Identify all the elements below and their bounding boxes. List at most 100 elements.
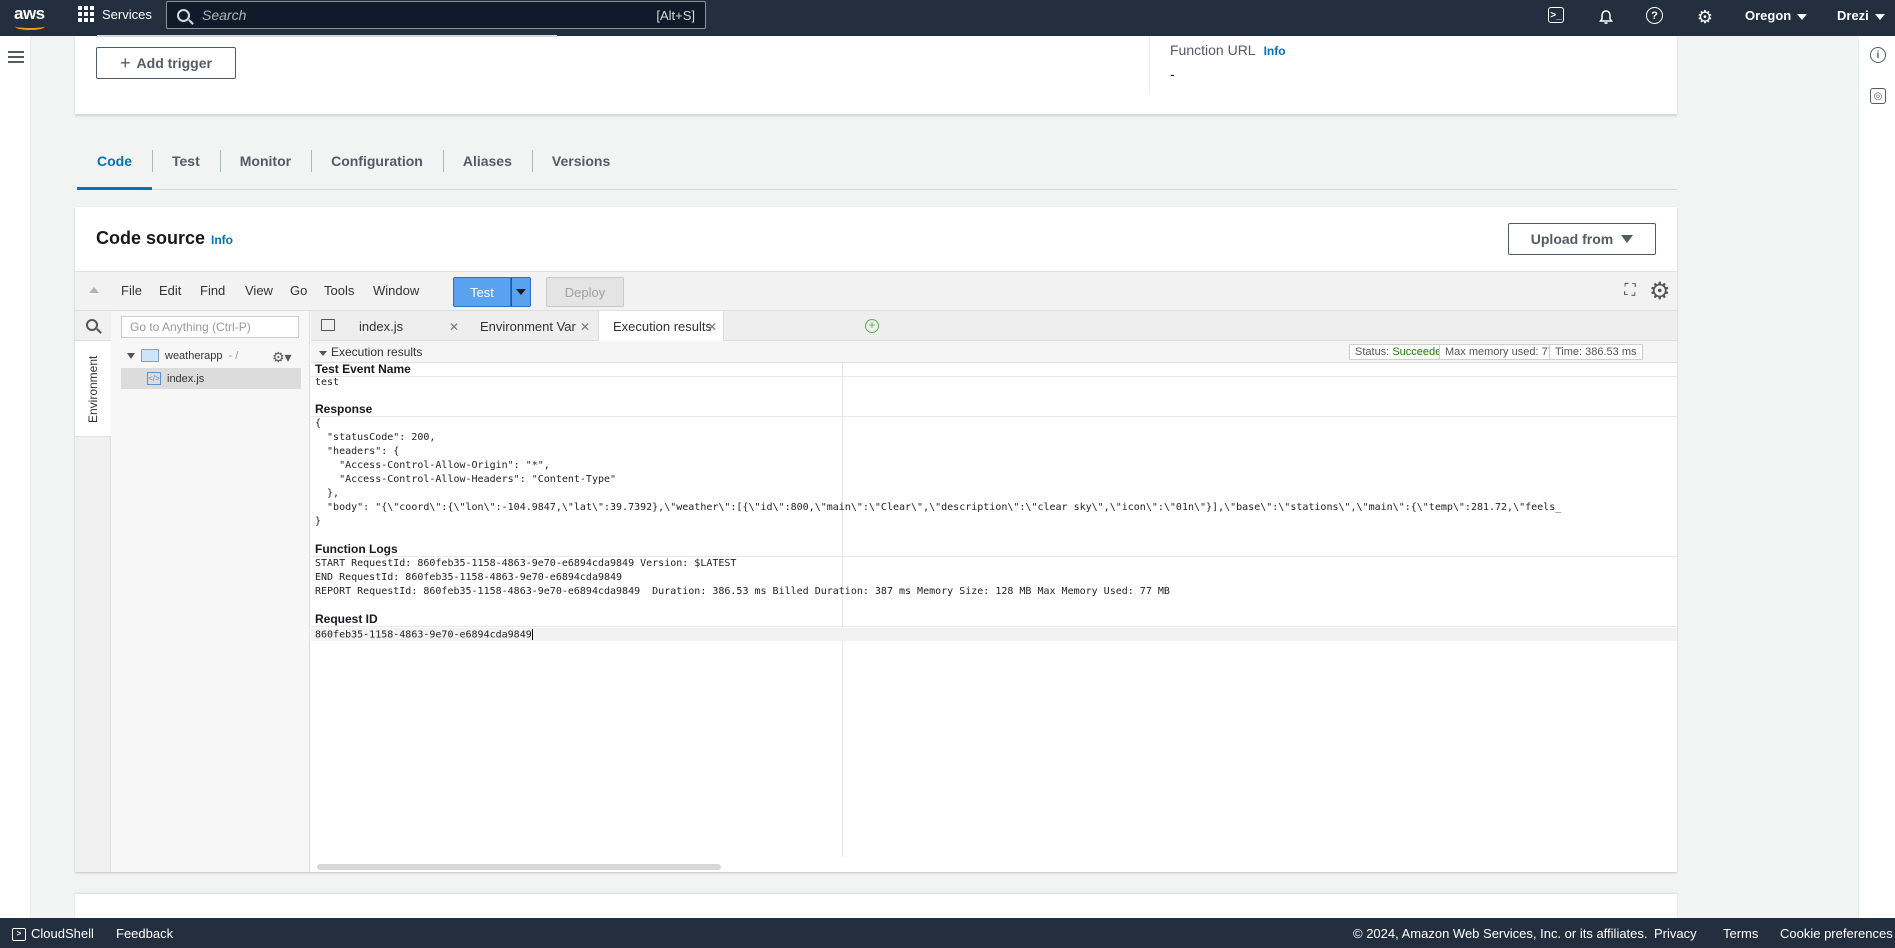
hamburger-menu-icon[interactable]	[8, 51, 24, 63]
right-rail: i ◎	[1858, 36, 1895, 918]
editor-tab-execution-results[interactable]: Execution results ✕	[598, 311, 724, 341]
ide-toolbar: File Edit Find View Go Tools Window Test…	[75, 271, 1677, 311]
divider	[1149, 36, 1150, 93]
response-line: "body": "{\"coord\":{\"lon\":-104.9847,\…	[315, 502, 1562, 513]
menu-edit[interactable]: Edit	[159, 283, 181, 298]
tree-folder-weatherapp[interactable]: weatherapp - /	[127, 349, 238, 362]
code-source-title: Code source	[96, 228, 206, 248]
tab-aliases[interactable]: Aliases	[442, 142, 532, 190]
fullscreen-icon[interactable]: ⛶	[1622, 283, 1638, 299]
gear-icon[interactable]: ⚙	[1695, 7, 1715, 27]
response-line: "headers": {	[315, 446, 400, 457]
file-name: index.js	[167, 372, 205, 385]
execution-results-bar: Execution results Status: Succeeded Max …	[311, 341, 1677, 363]
tree-file-index-js[interactable]: </> index.js	[121, 368, 301, 389]
environment-side-tab[interactable]: Environment	[75, 341, 111, 437]
function-url-heading: Function URL Info	[1170, 42, 1286, 58]
execution-results-toggle[interactable]: Execution results	[319, 345, 422, 359]
tab-code[interactable]: Code	[77, 142, 152, 190]
close-icon[interactable]: ✕	[707, 320, 717, 334]
search-icon	[86, 319, 98, 331]
function-url-label: Function URL	[1170, 42, 1256, 58]
tree-settings-gear-icon[interactable]: ⚙▾	[272, 349, 292, 366]
next-section-card	[75, 894, 1677, 918]
response-heading: Response	[311, 403, 1677, 417]
close-icon[interactable]: ✕	[580, 320, 590, 334]
left-rail	[0, 36, 31, 918]
aws-logo-text: aws	[14, 4, 45, 23]
menu-tools[interactable]: Tools	[324, 283, 354, 298]
caret-down-icon	[1621, 235, 1634, 243]
tab-configuration[interactable]: Configuration	[311, 142, 443, 190]
top-navigation-bar: aws Services Search [Alt+S] >_ ? ⚙ Orego…	[0, 0, 1895, 36]
divider	[97, 35, 557, 37]
test-button[interactable]: Test	[453, 277, 511, 307]
collapse-arrow-icon	[319, 351, 327, 356]
editor-tab-index-js[interactable]: index.js ✕	[345, 311, 465, 341]
global-search-input[interactable]: Search [Alt+S]	[166, 1, 706, 29]
menu-view[interactable]: View	[245, 283, 273, 298]
cookie-preferences-link[interactable]: Cookie preferences	[1780, 926, 1893, 941]
function-url-info-link[interactable]: Info	[1264, 44, 1286, 58]
ide-preferences-gear-icon[interactable]: ⚙	[1649, 280, 1673, 304]
folder-icon	[141, 349, 159, 362]
editor-tab-environment-var[interactable]: Environment Var ✕	[466, 311, 596, 341]
status-label: Status:	[1355, 346, 1390, 358]
response-line: "Access-Control-Allow-Origin": "*",	[315, 460, 550, 471]
go-to-anything-input[interactable]: Go to Anything (Ctrl-P)	[121, 316, 299, 338]
editor-tab-label: Environment Var	[480, 318, 576, 334]
bell-icon[interactable]	[1596, 7, 1616, 27]
add-tab-icon[interactable]: +	[865, 319, 879, 333]
region-selector[interactable]: Oregon	[1745, 8, 1808, 23]
terms-link[interactable]: Terms	[1723, 926, 1758, 941]
tab-versions[interactable]: Versions	[531, 142, 630, 190]
tab-monitor[interactable]: Monitor	[219, 142, 311, 190]
caret-down-icon	[516, 289, 526, 295]
menu-go[interactable]: Go	[290, 283, 307, 298]
code-source-info-link[interactable]: Info	[211, 233, 233, 247]
expand-arrow-icon[interactable]	[127, 352, 135, 359]
cloudshell-button[interactable]: > CloudShell	[12, 926, 94, 942]
folder-name: weatherapp	[165, 349, 223, 362]
collapse-toolbar-icon[interactable]	[89, 287, 99, 293]
test-dropdown-button[interactable]	[511, 277, 531, 307]
close-icon[interactable]: ✕	[449, 320, 459, 334]
upload-from-button[interactable]: Upload from	[1508, 223, 1656, 255]
menu-file[interactable]: File	[121, 283, 142, 298]
menu-window[interactable]: Window	[373, 283, 419, 298]
footer-bar: > CloudShell Feedback © 2024, Amazon Web …	[0, 918, 1895, 948]
horizontal-scrollbar[interactable]	[317, 864, 721, 870]
aws-logo[interactable]: aws	[14, 4, 46, 30]
folder-path: - /	[228, 349, 239, 362]
add-trigger-label: Add trigger	[136, 55, 212, 71]
privacy-link[interactable]: Privacy	[1654, 926, 1697, 941]
caret-down-icon	[1797, 13, 1808, 20]
function-overview-card: + Add trigger Function URL Info -	[75, 35, 1677, 115]
info-panel-icon[interactable]: i	[1870, 47, 1886, 63]
services-label: Services	[102, 6, 152, 22]
ide-search-button[interactable]	[75, 311, 111, 341]
region-label: Oregon	[1745, 8, 1792, 23]
response-line: "statusCode": 200,	[315, 432, 436, 443]
response-line: "Access-Control-Allow-Headers": "Content…	[315, 474, 617, 485]
tools-panel-icon[interactable]: ◎	[1870, 88, 1886, 104]
deploy-button[interactable]: Deploy	[546, 277, 624, 307]
cloudshell-icon[interactable]: >_	[1548, 7, 1564, 23]
feedback-link[interactable]: Feedback	[116, 926, 173, 941]
user-label: Drezi	[1837, 8, 1869, 23]
upload-from-label: Upload from	[1530, 231, 1614, 247]
function-logs-heading: Function Logs	[311, 543, 1677, 557]
menu-find[interactable]: Find	[200, 283, 225, 298]
help-icon[interactable]: ?	[1646, 7, 1663, 24]
user-menu[interactable]: Drezi	[1837, 8, 1885, 23]
add-trigger-button[interactable]: + Add trigger	[96, 47, 236, 79]
services-menu-button[interactable]: Services	[78, 6, 152, 22]
status-badge: Status: Succeeded	[1349, 344, 1454, 360]
tab-list-icon[interactable]	[321, 319, 335, 331]
time-badge: Time: 386.53 ms	[1549, 344, 1643, 360]
request-id-value: 860feb35-1158-4863-9e70-e6894cda9849	[315, 629, 532, 641]
request-id-line[interactable]: 860feb35-1158-4863-9e70-e6894cda9849	[315, 629, 1675, 642]
file-explorer-panel: Go to Anything (Ctrl-P) weatherapp - / ⚙…	[111, 311, 310, 872]
editor-tab-label: index.js	[359, 318, 404, 334]
tab-test[interactable]: Test	[152, 142, 220, 190]
